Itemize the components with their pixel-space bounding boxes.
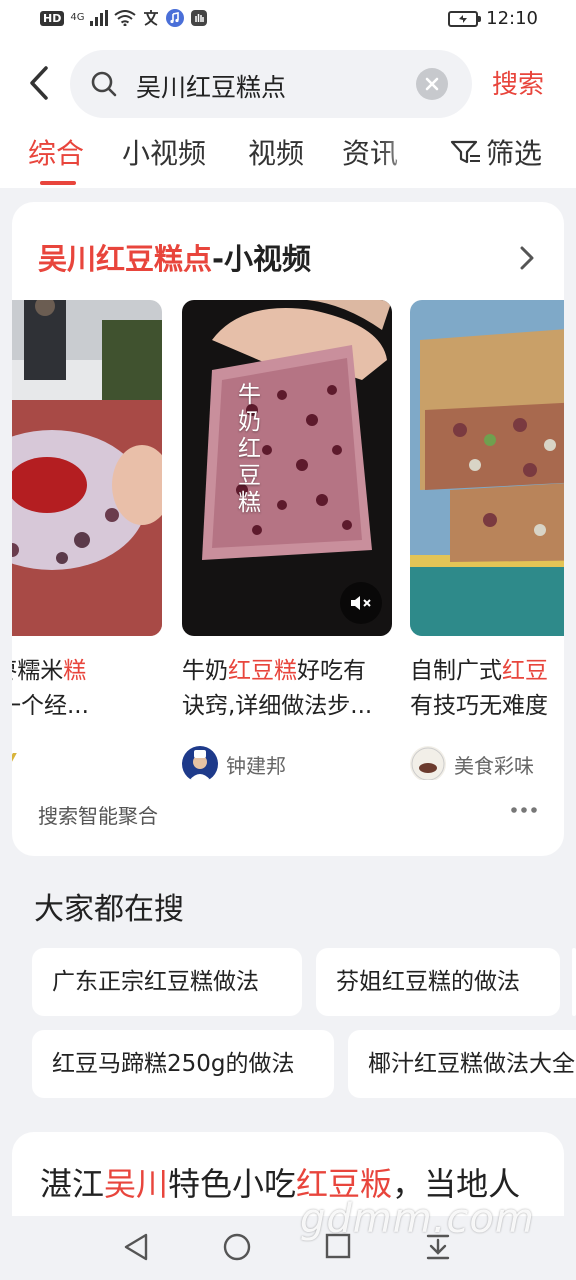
search-input[interactable]: 吴川红豆糕点 [136,68,286,104]
video-overlay-text: 牛奶红豆糕 [238,382,261,516]
tab-fade [376,132,432,180]
article-title-text: 特色小吃 [168,1165,297,1203]
suggestion-chip[interactable]: 红豆马蹄糕250g的做法 [32,1030,334,1098]
video-author[interactable]: 美食彩味 [410,746,564,780]
author-name: 美食彩味 [454,753,534,778]
video-title-highlight: 红豆糕 [228,658,297,684]
mute-button[interactable] [340,582,382,624]
video-title-line2: 诀窍,详细做法步... [182,693,373,719]
result-tabs: 综合 小视频 视频 资讯 筛选 [0,132,576,188]
more-options-icon[interactable] [510,806,538,814]
tab-video[interactable]: 视频 [248,132,304,172]
video-item[interactable]: 自制广式红豆有技巧无难度 美食彩味 [410,300,564,780]
video-author[interactable]: 钟建邦 [182,746,392,780]
video-title-text: #红枣糯米 [12,658,64,684]
video-thumbnail[interactable]: 牛奶红豆糕 [182,300,392,636]
home-circle-icon[interactable] [222,1232,252,1262]
video-title-text: 自制广式 [410,658,502,684]
video-thumbnail[interactable] [410,300,564,636]
video-title[interactable]: 牛奶红豆糕好吃有诀窍,详细做法步... [182,654,392,726]
tab-comprehensive[interactable]: 综合 [28,132,84,172]
active-tab-indicator [40,181,76,185]
video-title-highlight: 糕 [63,658,87,684]
filter-icon [450,140,480,164]
video-author[interactable]: 小厨 V [12,746,162,775]
video-title-text: 牛奶 [182,658,228,684]
video-item[interactable]: #红枣糯米糕还有一个经... 小厨 V [12,300,162,775]
battery-charging-icon [448,10,482,27]
music-icon [166,9,185,27]
suggestion-chip-cutoff[interactable] [572,948,576,1016]
tab-short-video[interactable]: 小视频 [122,132,206,172]
video-title-text-post: 好吃有 [297,658,366,684]
filter-button[interactable]: 筛选 [450,132,542,172]
hand-icon [191,10,208,26]
video-title[interactable]: 自制广式红豆有技巧无难度 [410,654,564,726]
card-title-rest: -小视频 [212,242,312,276]
article-title-highlight: 吴川 [104,1165,169,1203]
suggestion-chip[interactable]: 广东正宗红豆糕做法 [32,948,302,1016]
close-icon [425,77,439,91]
network-chip: HD [40,10,65,26]
chevron-right-icon[interactable] [518,244,536,272]
status-bar: HD 4G 12:10 [0,0,576,38]
wifi-icon [114,10,137,26]
status-right: 12:10 [448,8,538,29]
video-title[interactable]: #红枣糯米糕还有一个经... [12,654,162,726]
smart-aggregate-label: 搜索智能聚合 [38,804,158,828]
video-title-highlight: 红豆 [502,658,548,684]
popular-searches-title: 大家都在搜 [34,892,184,927]
video-title-line2: 还有一个经... [12,693,89,719]
video-carousel[interactable]: #红枣糯米糕还有一个经... 小厨 V 牛奶红豆糕 [12,300,564,780]
suggestion-chip[interactable]: 芬姐红豆糕的做法 [316,948,560,1016]
back-triangle-icon[interactable] [122,1232,150,1262]
translate-icon [144,10,159,26]
signal-icon [90,10,109,26]
search-submit-button[interactable]: 搜索 [492,64,544,101]
verified-badge: V [12,749,15,773]
watermark: gdmm.com [300,1196,535,1242]
search-icon [91,71,117,97]
clear-search-button[interactable] [416,68,448,100]
back-arrow-icon[interactable] [22,60,58,106]
video-title-line2: 有技巧无难度 [410,693,548,719]
network-type: 4G [70,12,85,23]
filter-label: 筛选 [486,137,543,170]
suggestion-chip[interactable]: 椰汁红豆糕做法大全 [348,1030,576,1098]
video-item[interactable]: 牛奶红豆糕 牛奶红豆糕好吃有 诀窍,详细做法步... 钟建邦 [182,300,392,780]
search-header: 吴川红豆糕点 搜索 综合 小视频 视频 资讯 筛选 [0,38,576,188]
author-name: 钟建邦 [226,753,286,778]
mute-icon [351,596,371,610]
short-video-card-title[interactable]: 吴川红豆糕点-小视频 [38,236,311,278]
status-left: HD 4G [40,9,208,27]
short-video-card: 吴川红豆糕点-小视频 #红枣糯米糕还有一个经.. [12,202,564,856]
search-box[interactable]: 吴川红豆糕点 [70,50,472,118]
avatar[interactable] [410,746,446,780]
video-thumbnail[interactable] [12,300,162,636]
article-title-text: 湛江 [40,1165,105,1203]
clock: 12:10 [486,8,538,29]
avatar[interactable] [182,746,218,780]
card-title-highlight: 吴川红豆糕点 [38,242,213,276]
